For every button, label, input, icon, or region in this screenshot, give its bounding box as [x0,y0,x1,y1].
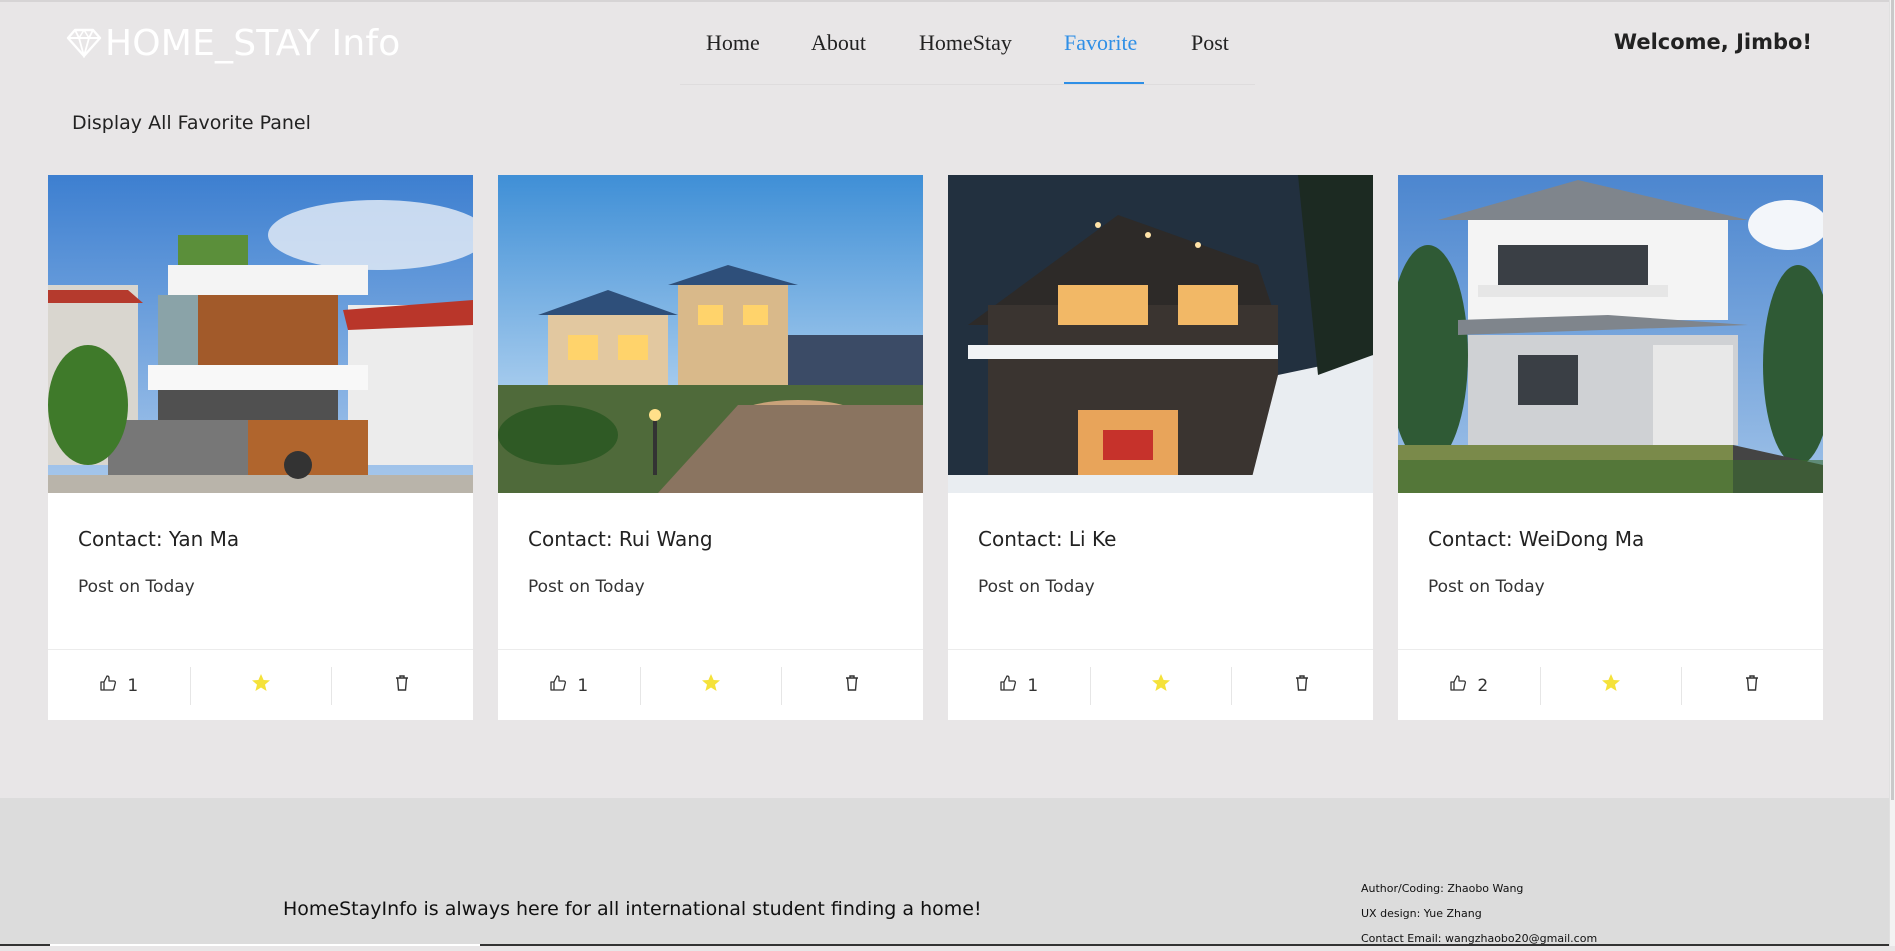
favorite-button[interactable] [639,650,782,721]
nav-homestay[interactable]: HomeStay [919,30,1012,56]
star-icon [1151,673,1171,698]
card-actions: 1 [48,649,473,721]
nav-about[interactable]: About [811,30,866,56]
like-button[interactable]: 1 [48,650,190,721]
card-actions: 1 [948,649,1373,721]
diamond-icon [66,28,102,58]
star-icon [1601,673,1621,698]
card-post-date: Post on Today [528,577,645,597]
credit-ux: UX design: Yue Zhang [1361,907,1482,920]
delete-button[interactable] [781,650,923,721]
site-footer: HomeStayInfo is always here for all inte… [0,798,1890,946]
card-post-date: Post on Today [1428,577,1545,597]
card-contact: Contact: Li Ke [978,527,1117,551]
card-actions: 2 [1398,649,1823,721]
footer-credits: Author/Coding: Zhaobo Wang UX design: Yu… [1361,876,1597,951]
two-storey-house-photo[interactable] [1398,175,1823,493]
like-button[interactable]: 1 [498,650,640,721]
like-count: 1 [1027,675,1039,696]
modern-house-photo[interactable] [48,175,473,493]
card-post-date: Post on Today [78,577,195,597]
favorite-button[interactable] [189,650,332,721]
snowy-house-photo[interactable] [948,175,1373,493]
brand-logo[interactable]: HOME_STAY Info [66,20,400,66]
evening-villa-photo[interactable] [498,175,923,493]
like-button[interactable]: 2 [1398,650,1540,721]
brand-name: HOME_STAY Info [105,22,401,64]
like-button[interactable]: 1 [948,650,1090,721]
welcome-message: Welcome, Jimbo! [1613,30,1812,54]
scrollbar-thumb[interactable] [1891,0,1894,800]
like-count: 1 [127,675,139,696]
thumbs-up-icon [99,674,117,697]
thumbs-up-icon [549,674,567,697]
favorite-card: Contact: Li Ke Post on Today 1 [948,175,1373,720]
delete-button[interactable] [1231,650,1373,721]
like-count: 2 [1477,675,1489,696]
active-tab-indicator [1064,82,1144,84]
nav-favorite[interactable]: Favorite [1064,30,1137,56]
star-icon [701,673,721,698]
panel-title: Display All Favorite Panel [72,112,311,134]
favorite-card: Contact: Yan Ma Post on Today 1 [48,175,473,720]
card-contact: Contact: Rui Wang [528,527,713,551]
credit-author: Author/Coding: Zhaobo Wang [1361,882,1524,895]
footer-tagline: HomeStayInfo is always here for all inte… [283,898,982,920]
nav-home[interactable]: Home [706,30,760,56]
thumbs-up-icon [999,674,1017,697]
nav-post[interactable]: Post [1191,30,1229,56]
page-scrollbar[interactable] [1889,0,1895,946]
main-nav: Home About HomeStay Favorite Post [680,0,1255,85]
card-contact: Contact: WeiDong Ma [1428,527,1645,551]
favorite-button[interactable] [1539,650,1682,721]
thumbs-up-icon [1449,674,1467,697]
credit-email[interactable]: Contact Email: wangzhaobo20@gmail.com [1361,926,1597,951]
card-post-date: Post on Today [978,577,1095,597]
delete-button[interactable] [331,650,473,721]
trash-icon [1294,674,1310,697]
star-icon [251,673,271,698]
card-contact: Contact: Yan Ma [78,527,240,551]
card-actions: 1 [498,649,923,721]
favorite-button[interactable] [1089,650,1232,721]
favorite-card: Contact: WeiDong Ma Post on Today 2 [1398,175,1823,720]
like-count: 1 [577,675,589,696]
trash-icon [1744,674,1760,697]
trash-icon [844,674,860,697]
delete-button[interactable] [1681,650,1823,721]
favorite-card: Contact: Rui Wang Post on Today 1 [498,175,923,720]
trash-icon [394,674,410,697]
